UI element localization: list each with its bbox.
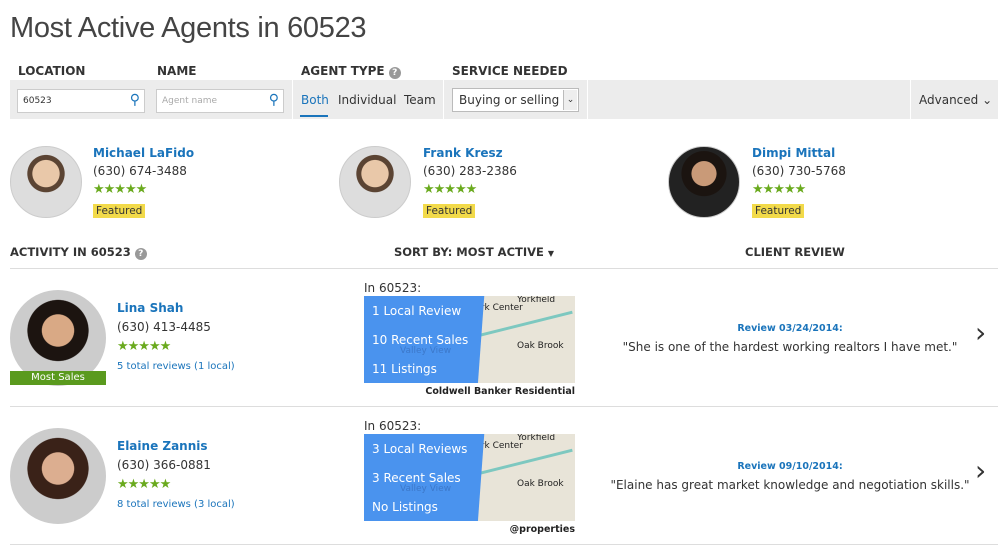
- divider: [910, 80, 911, 119]
- most-sales-badge: Most Sales: [10, 371, 106, 385]
- sort-dropdown[interactable]: SORT BY: MOST ACTIVE ▼: [394, 245, 554, 259]
- page-title: Most Active Agents in 60523: [10, 12, 367, 44]
- help-icon[interactable]: ?: [388, 67, 401, 79]
- star-rating: ★★★★★: [117, 477, 171, 492]
- map-label: Valley View: [400, 346, 452, 356]
- review-quote: "Elaine has great market knowledge and n…: [610, 478, 970, 492]
- avatar[interactable]: [339, 146, 411, 218]
- tab-both[interactable]: Both: [301, 93, 329, 107]
- advanced-label: Advanced: [919, 93, 979, 107]
- service-label: SERVICE NEEDED: [452, 64, 568, 78]
- caret-down-icon: ▼: [547, 249, 555, 258]
- brokerage-name: @properties: [509, 524, 575, 535]
- map-label: Oak Brook: [517, 341, 564, 351]
- star-rating: ★★★★★: [423, 182, 477, 197]
- divider: [10, 544, 998, 545]
- location-input[interactable]: 60523 ⚲: [17, 89, 145, 113]
- reviews-link[interactable]: 5 total reviews (1 local): [117, 361, 235, 372]
- featured-badge: Featured: [752, 204, 805, 218]
- chevron-down-icon: ⌄: [563, 90, 577, 110]
- activity-text: ACTIVITY IN 60523: [10, 245, 131, 259]
- star-rating: ★★★★★: [117, 339, 171, 354]
- help-icon[interactable]: ?: [134, 248, 147, 260]
- location-label: LOCATION: [18, 64, 86, 78]
- sort-label: SORT BY: MOST ACTIVE: [394, 245, 544, 259]
- service-select[interactable]: Buying or selling ⌄: [452, 88, 579, 112]
- review-quote: "She is one of the hardest working realt…: [622, 340, 958, 354]
- local-reviews-stat: 1 Local Review: [372, 304, 462, 318]
- listings-stat: 11 Listings: [372, 362, 437, 376]
- chevron-down-icon: ⌄: [982, 93, 993, 107]
- area-label: In 60523:: [364, 281, 422, 295]
- agent-phone: (630) 674-3488: [93, 164, 187, 178]
- divider: [10, 268, 998, 269]
- agent-name-link[interactable]: Elaine Zannis: [117, 439, 208, 453]
- search-icon[interactable]: ⚲: [269, 92, 279, 108]
- review-date: Review 03/24/2014:: [737, 323, 843, 334]
- chevron-right-icon[interactable]: ›: [975, 454, 986, 487]
- area-label: In 60523:: [364, 419, 422, 433]
- brokerage-name: Coldwell Banker Residential: [425, 386, 575, 397]
- advanced-button[interactable]: Advanced ⌄: [919, 93, 992, 107]
- agent-phone: (630) 283-2386: [423, 164, 517, 178]
- featured-badge: Featured: [423, 204, 476, 218]
- avatar[interactable]: [10, 146, 82, 218]
- divider: [10, 406, 998, 407]
- featured-badge: Featured: [93, 204, 146, 218]
- service-value: Buying or selling: [459, 93, 560, 107]
- map-label: Valley View: [400, 484, 452, 494]
- tab-individual[interactable]: Individual: [338, 93, 396, 107]
- divider: [443, 80, 444, 119]
- agent-type-text: AGENT TYPE: [301, 64, 385, 78]
- agent-name-link[interactable]: Lina Shah: [117, 301, 183, 315]
- star-rating: ★★★★★: [752, 182, 806, 197]
- star-rating: ★★★★★: [93, 182, 147, 197]
- recent-sales-stat: 10 Recent Sales: [372, 333, 469, 347]
- divider: [292, 80, 293, 119]
- avatar[interactable]: [10, 428, 106, 524]
- agent-phone: (630) 413-4485: [117, 320, 211, 334]
- client-review-header: CLIENT REVIEW: [745, 245, 845, 259]
- name-input[interactable]: Agent name ⚲: [156, 89, 284, 113]
- recent-sales-stat: 3 Recent Sales: [372, 471, 461, 485]
- local-reviews-stat: 3 Local Reviews: [372, 442, 468, 456]
- agent-name-link[interactable]: Frank Kresz: [423, 146, 503, 160]
- listings-stat: No Listings: [372, 500, 438, 514]
- activity-map[interactable]: Yorkfield York Center Oak Brook Valley V…: [364, 434, 575, 521]
- agent-type-label: AGENT TYPE ?: [301, 64, 401, 79]
- activity-map[interactable]: Yorkfield York Center Oak Brook Valley V…: [364, 296, 575, 383]
- agent-name-link[interactable]: Michael LaFido: [93, 146, 194, 160]
- name-placeholder: Agent name: [162, 96, 218, 106]
- reviews-link[interactable]: 8 total reviews (3 local): [117, 499, 235, 510]
- map-label: Oak Brook: [517, 479, 564, 489]
- name-label: NAME: [157, 64, 197, 78]
- location-value: 60523: [23, 96, 52, 106]
- search-icon[interactable]: ⚲: [130, 92, 140, 108]
- divider: [587, 80, 588, 119]
- agent-phone: (630) 366-0881: [117, 458, 211, 472]
- review-date: Review 09/10/2014:: [737, 461, 843, 472]
- agent-phone: (630) 730-5768: [752, 164, 846, 178]
- tab-underline: [300, 115, 328, 117]
- tab-team[interactable]: Team: [404, 93, 436, 107]
- agent-name-link[interactable]: Dimpi Mittal: [752, 146, 835, 160]
- avatar[interactable]: [668, 146, 740, 218]
- activity-header: ACTIVITY IN 60523 ?: [10, 245, 147, 260]
- chevron-right-icon[interactable]: ›: [975, 316, 986, 349]
